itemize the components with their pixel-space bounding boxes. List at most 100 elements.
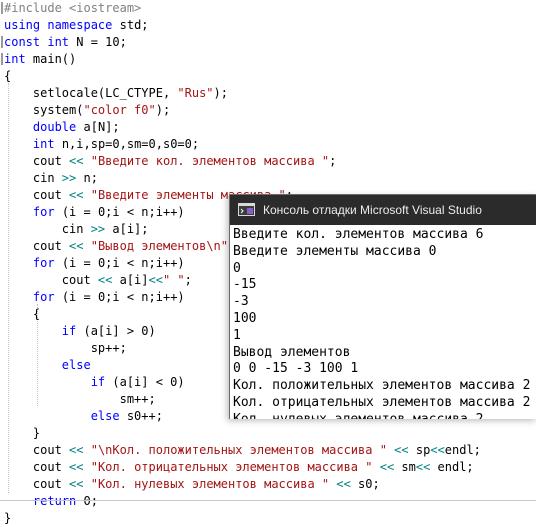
code-line: for (i = 0;i < n;i++) bbox=[4, 204, 185, 221]
code-line: else s0++; bbox=[4, 408, 163, 425]
code-token: cout bbox=[4, 443, 70, 457]
code-token: (a[i] > 0) bbox=[76, 324, 156, 338]
code-line: cout << "Кол. отрицательных элементов ма… bbox=[4, 459, 474, 476]
code-token: { bbox=[4, 69, 12, 83]
editor-bottom-divider bbox=[0, 500, 536, 501]
console-output-line: Кол. положительных элементов массива 2 bbox=[233, 378, 531, 394]
console-output[interactable]: Введите кол. элементов массива 6 Введите … bbox=[230, 225, 536, 419]
code-line: if (a[i] > 0) bbox=[4, 323, 156, 340]
code-line: cout << "Вывод элементов\n"; bbox=[4, 238, 235, 255]
code-line: cout << "Введите кол. элементов массива … bbox=[4, 153, 336, 170]
console-output-line: -15 bbox=[233, 277, 257, 293]
code-token: s0++; bbox=[119, 409, 163, 423]
code-line: sm++; bbox=[4, 391, 156, 408]
code-token: << bbox=[97, 273, 113, 287]
code-line: double a[N]; bbox=[4, 119, 120, 136]
code-token: " " bbox=[162, 273, 185, 287]
code-token: a[N]; bbox=[76, 120, 120, 134]
code-token: ); bbox=[155, 103, 171, 117]
code-token: << bbox=[69, 443, 84, 457]
code-token: "Rus" bbox=[177, 86, 214, 100]
code-token: sm bbox=[394, 460, 416, 474]
console-output-line: 0 0 -15 -3 100 1 bbox=[233, 361, 359, 377]
code-token: << bbox=[430, 443, 445, 457]
code-token: << bbox=[415, 460, 431, 474]
code-token: "Кол. отрицательных элементов массива " bbox=[90, 460, 373, 474]
code-line: const int N = 10; bbox=[4, 34, 127, 51]
console-titlebar[interactable]: Консоль отладки Microsoft Visual Studio bbox=[230, 195, 536, 225]
code-token: << bbox=[69, 154, 84, 168]
code-line: { bbox=[4, 306, 40, 323]
outline-marker bbox=[1, 36, 3, 48]
code-token: sp++; bbox=[4, 341, 127, 355]
code-token: ; bbox=[184, 273, 192, 287]
console-title: Консоль отладки Microsoft Visual Studio bbox=[263, 203, 482, 217]
code-token: int bbox=[47, 35, 70, 49]
code-token: << bbox=[69, 188, 84, 202]
debug-console-window[interactable]: Консоль отладки Microsoft Visual Studio … bbox=[229, 194, 536, 419]
console-output-line: Введите кол. элементов массива 6 bbox=[233, 227, 484, 242]
code-token: const bbox=[4, 35, 41, 49]
console-output-line: Кол. нулевых элементов массива 2 bbox=[233, 411, 483, 419]
code-line: if (a[i] < 0) bbox=[4, 374, 185, 391]
console-output-line: Кол. отрицательных элементов массива 2 bbox=[233, 395, 531, 410]
code-line: } bbox=[4, 425, 40, 442]
code-line: system("color f0"); bbox=[4, 102, 170, 119]
code-token: cout bbox=[4, 154, 70, 168]
code-token: << bbox=[379, 460, 395, 474]
outline-marker bbox=[1, 2, 3, 14]
code-token: cin bbox=[4, 222, 91, 236]
code-token: cout bbox=[4, 188, 70, 202]
code-line: cin >> n; bbox=[4, 170, 98, 187]
code-token: else bbox=[61, 358, 91, 372]
code-line: using namespace std; bbox=[4, 17, 149, 34]
console-output-line: -3 bbox=[233, 294, 249, 310]
code-token: int bbox=[4, 52, 26, 66]
code-token: cout bbox=[4, 477, 70, 491]
code-token: a[i]; bbox=[105, 222, 149, 236]
code-token: namespace bbox=[47, 18, 113, 32]
code-token: sp bbox=[408, 443, 431, 457]
code-line: } bbox=[4, 510, 11, 527]
code-line: return 0; bbox=[4, 493, 98, 510]
code-line: setlocale(LC_CTYPE, "Rus"); bbox=[4, 85, 228, 102]
code-token: for bbox=[32, 290, 55, 304]
code-token: << bbox=[148, 273, 163, 287]
code-line: for (i = 0;i < n;i++) bbox=[4, 255, 185, 272]
code-token: main() bbox=[25, 52, 77, 66]
code-token: >> bbox=[61, 171, 77, 185]
code-token: << bbox=[394, 443, 409, 457]
code-token: (i = 0;i < n;i++) bbox=[54, 290, 185, 304]
code-token: << bbox=[69, 239, 84, 253]
code-token: ); bbox=[213, 86, 228, 100]
code-line: else bbox=[4, 357, 91, 374]
visual-studio-console-icon bbox=[238, 203, 255, 216]
code-token: endl; bbox=[444, 443, 481, 457]
console-output-line: 1 bbox=[233, 327, 241, 343]
console-output-line: 100 bbox=[233, 311, 257, 326]
code-token: } bbox=[4, 426, 41, 440]
code-token: N = 10; bbox=[69, 35, 127, 49]
code-line: cout << a[i]<<" "; bbox=[4, 272, 192, 289]
code-token: { bbox=[4, 307, 41, 321]
code-token: << bbox=[336, 477, 351, 491]
code-line: for (i = 0;i < n;i++) bbox=[4, 289, 185, 306]
code-line: cout << "Кол. нулевых элементов массива … bbox=[4, 476, 380, 493]
code-token: for bbox=[32, 256, 55, 270]
code-token: a[i] bbox=[112, 273, 149, 287]
code-token: #include <iostream> bbox=[4, 1, 142, 15]
code-token: double bbox=[32, 120, 77, 134]
code-token: n,i,sp=0,sm=0,s0=0; bbox=[54, 137, 200, 151]
code-token: ; bbox=[329, 154, 337, 168]
code-token: for bbox=[32, 205, 55, 219]
